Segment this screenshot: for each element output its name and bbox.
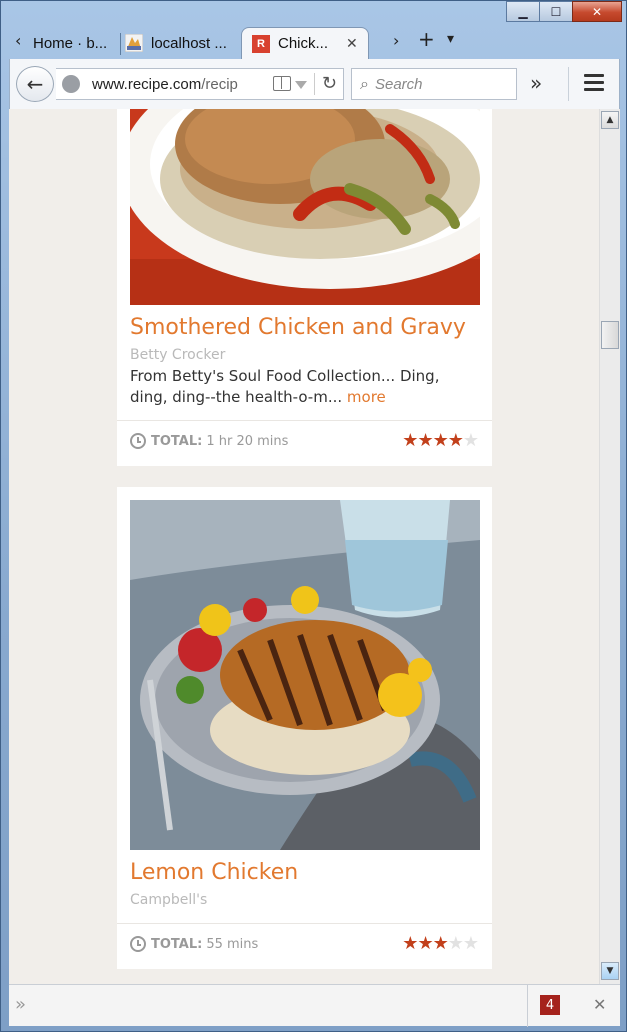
recipe-r-icon: R bbox=[252, 34, 270, 53]
search-placeholder: Search bbox=[374, 75, 423, 93]
tab-label: Home · b... bbox=[33, 34, 108, 52]
tab-separator bbox=[120, 33, 121, 55]
card-divider bbox=[117, 420, 492, 421]
star-filled-icon: ★ bbox=[402, 430, 418, 451]
recipe-title-link[interactable]: Lemon Chicken bbox=[130, 860, 298, 885]
url-bar[interactable]: www.recipe.com/recip ↻ bbox=[56, 68, 344, 100]
total-label: TOTAL: bbox=[151, 936, 203, 952]
tab-strip: ‹ Home · b... localhost ... R Chick... ✕… bbox=[1, 21, 627, 59]
toolbar-separator bbox=[568, 67, 569, 101]
reload-icon[interactable]: ↻ bbox=[322, 73, 337, 94]
rating-stars: ★★★★★ bbox=[402, 933, 479, 954]
url-text: www.recipe.com/recip bbox=[92, 76, 238, 93]
tab-home[interactable]: Home · b... bbox=[33, 27, 121, 59]
tab-scroll-left-icon[interactable]: ‹ bbox=[15, 31, 21, 50]
recipe-total-time: TOTAL: 55 mins bbox=[130, 936, 258, 952]
addon-separator bbox=[527, 985, 528, 1027]
tab-localhost[interactable]: localhost ... bbox=[125, 27, 237, 59]
scroll-up-arrow-icon[interactable]: ▲ bbox=[601, 111, 619, 129]
page-content: Smothered Chicken and Gravy Betty Crocke… bbox=[9, 109, 599, 984]
star-filled-icon: ★ bbox=[402, 933, 418, 954]
recipe-total-time: TOTAL: 1 hr 20 mins bbox=[130, 433, 288, 449]
star-filled-icon: ★ bbox=[447, 430, 464, 451]
close-tab-icon[interactable]: ✕ bbox=[346, 35, 358, 52]
toolbar-overflow-button[interactable]: » bbox=[530, 71, 542, 95]
url-path: /recip bbox=[201, 75, 238, 93]
tab-label: localhost ... bbox=[151, 34, 227, 52]
recipe-image-smothered-chicken[interactable] bbox=[120, 109, 540, 305]
scroll-down-arrow-icon[interactable]: ▼ bbox=[601, 962, 619, 980]
tab-scroll-right-icon[interactable]: › bbox=[393, 31, 399, 50]
site-identity-globe-icon[interactable] bbox=[62, 75, 80, 93]
total-time-value: 1 hr 20 mins bbox=[206, 433, 289, 449]
search-icon: ⌕ bbox=[360, 74, 369, 93]
url-separator bbox=[314, 73, 315, 95]
clock-icon bbox=[130, 433, 146, 449]
maximize-button[interactable]: ☐ bbox=[539, 1, 573, 22]
url-history-dropdown-icon[interactable] bbox=[295, 81, 307, 89]
addon-overflow-icon[interactable]: » bbox=[15, 994, 26, 1015]
star-empty-icon: ★ bbox=[447, 933, 464, 954]
total-time-value: 55 mins bbox=[206, 936, 259, 952]
recipe-image-lemon-chicken[interactable] bbox=[130, 500, 480, 850]
star-filled-icon: ★ bbox=[432, 933, 449, 954]
clock-icon bbox=[130, 936, 146, 952]
star-filled-icon: ★ bbox=[432, 430, 449, 451]
star-empty-icon: ★ bbox=[462, 933, 479, 954]
recipe-card: Smothered Chicken and Gravy Betty Crocke… bbox=[117, 109, 540, 466]
close-window-button[interactable]: ✕ bbox=[572, 1, 622, 22]
navigation-toolbar: ← www.recipe.com/recip ↻ ⌕ Search » bbox=[9, 59, 620, 109]
add-on-bar: » 4 ✕ bbox=[9, 984, 620, 1027]
star-empty-icon: ★ bbox=[462, 430, 479, 451]
card-divider bbox=[117, 923, 492, 924]
total-label: TOTAL: bbox=[151, 433, 203, 449]
window-controls: ▁ ☐ ✕ bbox=[506, 1, 622, 22]
tab-label: Chick... bbox=[278, 35, 329, 52]
browser-window: ▁ ☐ ✕ ‹ Home · b... localhost ... R Chic… bbox=[0, 0, 627, 1032]
recipe-card: Lemon Chicken Campbell's TOTAL: 55 mins … bbox=[117, 487, 492, 969]
vertical-scrollbar[interactable]: ▲ ▼ bbox=[599, 109, 620, 984]
star-filled-icon: ★ bbox=[417, 933, 433, 954]
pma-icon bbox=[125, 34, 143, 52]
recipe-description-text: From Betty's Soul Food Collection... Din… bbox=[130, 367, 440, 406]
recipe-source: Campbell's bbox=[130, 892, 208, 908]
new-tab-icon[interactable]: + bbox=[418, 27, 435, 51]
minimize-button[interactable]: ▁ bbox=[506, 1, 540, 22]
star-filled-icon: ★ bbox=[417, 430, 433, 451]
tab-recipe-active[interactable]: R Chick... ✕ bbox=[241, 27, 369, 59]
scrollbar-thumb[interactable] bbox=[601, 321, 619, 349]
notification-badge[interactable]: 4 bbox=[540, 995, 560, 1015]
more-link[interactable]: more bbox=[347, 388, 386, 406]
hamburger-menu-icon[interactable] bbox=[584, 74, 604, 95]
rating-stars: ★★★★★ bbox=[402, 430, 479, 451]
list-all-tabs-icon[interactable]: ▾ bbox=[447, 31, 454, 47]
search-bar[interactable]: ⌕ Search bbox=[351, 68, 517, 100]
recipe-source: Betty Crocker bbox=[130, 347, 226, 363]
recipe-title-link[interactable]: Smothered Chicken and Gravy bbox=[130, 315, 466, 340]
url-domain: www.recipe.com bbox=[92, 75, 202, 93]
close-addon-bar-icon[interactable]: ✕ bbox=[593, 995, 606, 1014]
reader-view-icon[interactable] bbox=[273, 76, 291, 91]
back-button[interactable]: ← bbox=[16, 66, 54, 102]
recipe-description: From Betty's Soul Food Collection... Din… bbox=[130, 366, 470, 408]
